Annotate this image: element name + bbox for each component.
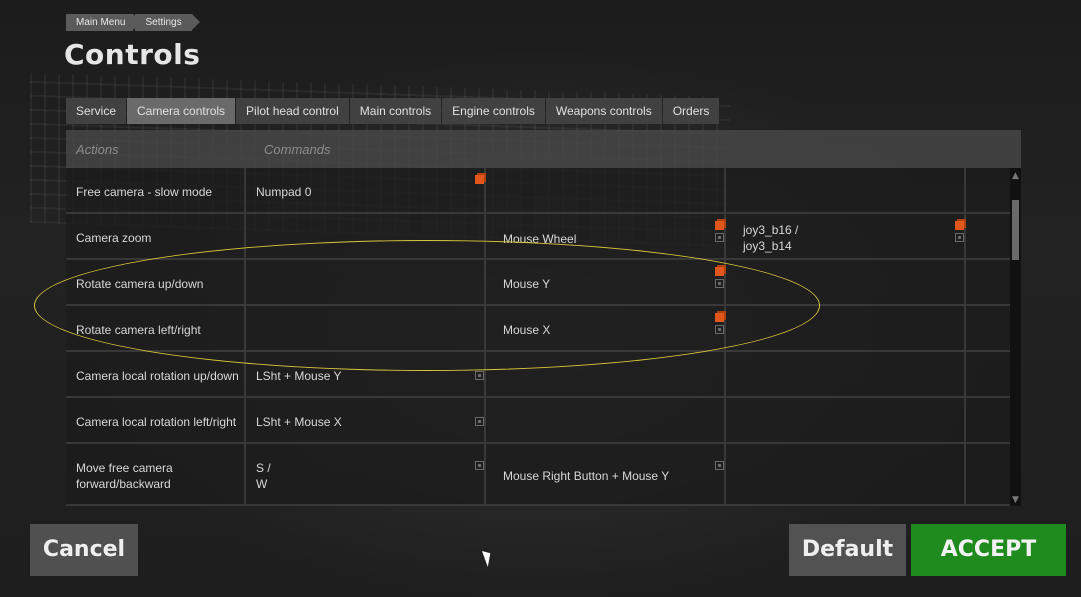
modifier-icon	[715, 279, 724, 288]
bindings-table: Free camera - slow mode Numpad 0 Camera …	[66, 168, 1010, 506]
conflict-icon	[955, 221, 964, 230]
tab-pilot-head-control[interactable]: Pilot head control	[236, 98, 349, 124]
command-label: Numpad 0	[256, 185, 312, 199]
action-label: Move free camera forward/backward	[76, 461, 173, 491]
table-row[interactable]: Camera zoom Mouse Wheel joy3_b16 / joy3_…	[66, 214, 1010, 260]
command-label: joy3_b16 / joy3_b14	[743, 223, 799, 253]
command-label: Mouse X	[503, 323, 551, 337]
command-label: Mouse Y	[503, 277, 551, 291]
tab-bar: Service Camera controls Pilot head contr…	[66, 98, 720, 124]
modifier-icon	[715, 233, 724, 242]
table-row[interactable]: Move free camera forward/backward S / W …	[66, 444, 1010, 506]
action-cell: Camera local rotation left/right	[66, 398, 246, 442]
modifier-icon	[475, 371, 484, 380]
breadcrumb-settings[interactable]: Settings	[135, 14, 200, 31]
tab-camera-controls[interactable]: Camera controls	[127, 98, 236, 124]
action-cell: Camera local rotation up/down	[66, 352, 246, 396]
table-scrollbar[interactable]: ▲ ▼	[1010, 168, 1021, 506]
breadcrumb: Main Menu Settings	[66, 14, 200, 31]
command-cell-1[interactable]: LSht + Mouse X	[246, 398, 486, 442]
table-header: Actions Commands	[66, 130, 1021, 168]
page-title: Controls	[64, 38, 201, 71]
command-cell-1[interactable]: S / W	[246, 444, 486, 504]
tab-engine-controls[interactable]: Engine controls	[442, 98, 545, 124]
command-cell-1[interactable]	[246, 214, 486, 258]
command-cell-1[interactable]: LSht + Mouse Y	[246, 352, 486, 396]
action-cell: Move free camera forward/backward	[66, 444, 246, 504]
command-cell-2[interactable]: Mouse Wheel	[486, 214, 726, 258]
command-cell-3[interactable]	[726, 260, 966, 304]
command-cell-2[interactable]	[486, 352, 726, 396]
action-cell: Free camera - slow mode	[66, 168, 246, 212]
action-label: Camera zoom	[76, 231, 152, 245]
table-row[interactable]: Camera local rotation up/down LSht + Mou…	[66, 352, 1010, 398]
command-label: LSht + Mouse X	[256, 415, 342, 429]
command-cell-2[interactable]: Mouse X	[486, 306, 726, 350]
command-cell-3[interactable]	[726, 444, 966, 504]
command-label: S / W	[256, 461, 271, 491]
action-cell: Rotate camera up/down	[66, 260, 246, 304]
command-cell-3[interactable]	[726, 168, 966, 212]
command-cell-1[interactable]	[246, 306, 486, 350]
command-cell-2[interactable]: Mouse Y	[486, 260, 726, 304]
modifier-icon	[475, 417, 484, 426]
scroll-up-icon[interactable]: ▲	[1010, 170, 1021, 182]
action-label: Camera local rotation left/right	[76, 415, 237, 429]
command-cell-3[interactable]	[726, 398, 966, 442]
header-actions: Actions	[76, 142, 119, 157]
conflict-icon	[715, 221, 724, 230]
accept-button[interactable]: ACCEPT	[911, 524, 1066, 576]
tab-main-controls[interactable]: Main controls	[349, 98, 442, 124]
command-cell-3[interactable]: joy3_b16 / joy3_b14	[726, 214, 966, 258]
table-row[interactable]: Camera local rotation left/right LSht + …	[66, 398, 1010, 444]
tab-weapons-controls[interactable]: Weapons controls	[545, 98, 662, 124]
action-cell: Rotate camera left/right	[66, 306, 246, 350]
command-cell-2[interactable]	[486, 168, 726, 212]
action-label: Camera local rotation up/down	[76, 369, 239, 383]
command-cell-2[interactable]: Mouse Right Button + Mouse Y	[486, 444, 726, 504]
command-cell-1[interactable]	[246, 260, 486, 304]
modifier-icon	[715, 461, 724, 470]
action-label: Rotate camera left/right	[76, 323, 201, 337]
scroll-down-icon[interactable]: ▼	[1010, 494, 1021, 506]
modifier-icon	[955, 233, 964, 242]
table-row[interactable]: Rotate camera left/right Mouse X	[66, 306, 1010, 352]
conflict-icon	[715, 267, 724, 276]
cancel-button[interactable]: Cancel	[30, 524, 138, 576]
default-button[interactable]: Default	[789, 524, 906, 576]
command-label: LSht + Mouse Y	[256, 369, 342, 383]
conflict-icon	[475, 175, 484, 184]
action-label: Free camera - slow mode	[76, 185, 213, 199]
action-cell: Camera zoom	[66, 214, 246, 258]
command-cell-2[interactable]	[486, 398, 726, 442]
conflict-icon	[715, 313, 724, 322]
header-commands: Commands	[264, 142, 331, 157]
breadcrumb-main-menu[interactable]: Main Menu	[66, 14, 142, 31]
tab-orders[interactable]: Orders	[662, 98, 720, 124]
modifier-icon	[475, 461, 484, 470]
modifier-icon	[715, 325, 724, 334]
table-row[interactable]: Rotate camera up/down Mouse Y	[66, 260, 1010, 306]
command-label: Mouse Wheel	[503, 232, 577, 246]
table-row[interactable]: Free camera - slow mode Numpad 0	[66, 168, 1010, 214]
command-cell-1[interactable]: Numpad 0	[246, 168, 486, 212]
action-label: Rotate camera up/down	[76, 277, 204, 291]
command-cell-3[interactable]	[726, 306, 966, 350]
tab-service[interactable]: Service	[66, 98, 127, 124]
command-cell-3[interactable]	[726, 352, 966, 396]
scrollbar-thumb[interactable]	[1012, 200, 1019, 260]
command-label: Mouse Right Button + Mouse Y	[503, 469, 670, 483]
